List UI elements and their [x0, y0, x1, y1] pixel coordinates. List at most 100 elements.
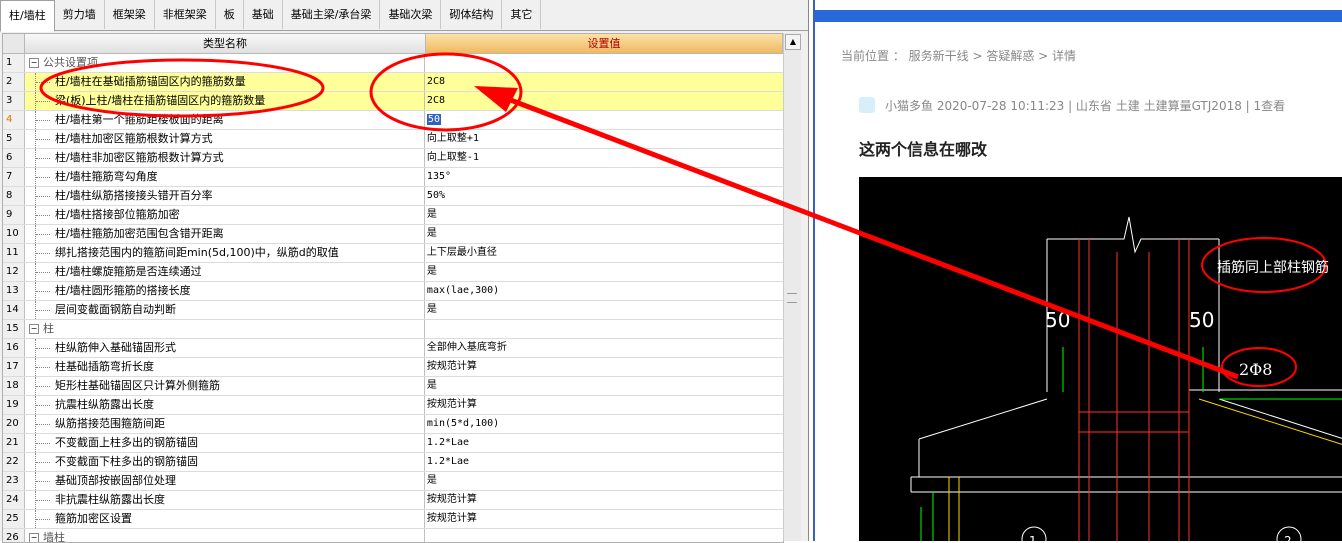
site-header-bar [815, 10, 1342, 22]
table-row[interactable]: 13 柱/墙柱圆形箍筋的搭接长度 max(lae,300) [3, 282, 783, 301]
table-row[interactable]: 11 绑扎搭接范围内的箍筋间距min(5d,100)中，纵筋d的取值 上下层最小直径 [3, 244, 783, 263]
row-number: 16 [3, 339, 25, 357]
table-row[interactable]: 22 不变截面下柱多出的钢筋锚固 1.2*Lae [3, 453, 783, 472]
row-value-cell[interactable]: 全部伸入基底弯折 [425, 339, 783, 357]
tab-2[interactable]: 框架梁 [105, 0, 155, 29]
table-row[interactable]: 1− 公共设置项 [3, 54, 783, 73]
tab-3[interactable]: 非框架梁 [155, 0, 216, 29]
tree-line-icon [34, 206, 54, 224]
collapse-icon[interactable]: − [28, 533, 39, 542]
table-row[interactable]: 24 非抗震柱纵筋露出长度 按规范计算 [3, 491, 783, 510]
row-value-cell[interactable]: 向上取整+1 [425, 130, 783, 148]
tab-6[interactable]: 基础主梁/承台梁 [283, 0, 381, 29]
grid-rows: 1− 公共设置项 2 柱/墙柱在基础插筋锚固区内的箍筋数量 2C8 3 梁(板)上柱/墙柱在… [3, 54, 783, 542]
header-setting-value: 设置值 [426, 34, 783, 54]
row-value-cell[interactable]: 上下层最小直径 [425, 244, 783, 262]
table-row[interactable]: 3 梁(板)上柱/墙柱在插筋锚固区内的箍筋数量 2C8 [3, 92, 783, 111]
row-value-cell[interactable]: max(lae,300) [425, 282, 783, 300]
table-row[interactable]: 21 不变截面上柱多出的钢筋锚固 1.2*Lae [3, 434, 783, 453]
table-row[interactable]: 12 柱/墙柱螺旋箍筋是否连续通过 是 [3, 263, 783, 282]
row-value-label: 按规范计算 [426, 494, 477, 505]
tree-line-icon [34, 244, 54, 262]
scroll-up-icon[interactable]: ▲ [785, 34, 801, 50]
row-value-cell[interactable]: 50 [425, 111, 783, 129]
row-value-cell[interactable]: 按规范计算 [425, 510, 783, 528]
table-row[interactable]: 9 柱/墙柱搭接部位箍筋加密 是 [3, 206, 783, 225]
tree-line-icon [34, 187, 54, 205]
row-number: 9 [3, 206, 25, 224]
row-value-cell[interactable]: 是 [425, 377, 783, 395]
row-name-cell: 柱/墙柱箍筋弯勾角度 [25, 168, 425, 186]
row-value-cell[interactable]: 1.2*Lae [425, 453, 783, 471]
row-value-cell[interactable]: 是 [425, 225, 783, 243]
row-name-label: 层间变截面钢筋自动判断 [54, 303, 176, 316]
row-value-cell[interactable] [425, 54, 783, 72]
row-value-cell[interactable] [425, 320, 783, 338]
table-row[interactable]: 25 箍筋加密区设置 按规范计算 [3, 510, 783, 529]
table-row[interactable]: 4 柱/墙柱第一个箍筋距楼板面的距离 50 [3, 111, 783, 130]
row-value-label: 50% [426, 190, 445, 201]
row-value-cell[interactable]: 是 [425, 263, 783, 281]
table-row[interactable]: 2 柱/墙柱在基础插筋锚固区内的箍筋数量 2C8 [3, 73, 783, 92]
tab-8[interactable]: 砌体结构 [441, 0, 503, 29]
question-meta: 小猫多鱼 2020-07-28 10:11:23 | 山东省 土建 土建算量GT… [885, 99, 1286, 113]
table-row[interactable]: 19 抗震柱纵筋露出长度 按规范计算 [3, 396, 783, 415]
tree-line-icon [34, 263, 54, 281]
tree-line-icon [34, 415, 54, 433]
row-name-cell: 柱纵筋伸入基础锚固形式 [25, 339, 425, 357]
row-value-cell[interactable]: 向上取整-1 [425, 149, 783, 167]
table-row[interactable]: 7 柱/墙柱箍筋弯勾角度 135° [3, 168, 783, 187]
row-name-label: 柱基础插筋弯折长度 [54, 360, 154, 373]
row-number: 23 [3, 472, 25, 490]
tree-line-icon [34, 111, 54, 129]
row-name-label: 柱/墙柱螺旋箍筋是否连续通过 [54, 265, 202, 278]
tree-line-icon [34, 168, 54, 186]
row-value-label: 是 [426, 209, 437, 220]
table-row[interactable]: 6 柱/墙柱非加密区箍筋根数计算方式 向上取整-1 [3, 149, 783, 168]
row-number: 7 [3, 168, 25, 186]
row-number: 5 [3, 130, 25, 148]
table-row[interactable]: 15− 柱 [3, 320, 783, 339]
row-value-cell[interactable]: 2C8 [424, 73, 783, 91]
table-row[interactable]: 14 层间变截面钢筋自动判断 是 [3, 301, 783, 320]
row-name-cell: 柱/墙柱搭接部位箍筋加密 [25, 206, 425, 224]
table-row[interactable]: 20 纵筋搭接范围箍筋间距 min(5*d,100) [3, 415, 783, 434]
collapse-icon[interactable]: − [28, 58, 39, 68]
tab-7[interactable]: 基础次梁 [380, 0, 442, 29]
table-row[interactable]: 5 柱/墙柱加密区箍筋根数计算方式 向上取整+1 [3, 130, 783, 149]
tab-4[interactable]: 板 [216, 0, 244, 29]
row-name-cell: 柱基础插筋弯折长度 [25, 358, 425, 376]
row-number: 14 [3, 301, 25, 319]
row-number: 25 [3, 510, 25, 528]
row-value-cell[interactable]: 1.2*Lae [425, 434, 783, 452]
scroll-grip-icon[interactable] [787, 293, 797, 303]
row-value-cell[interactable]: 是 [425, 472, 783, 490]
tab-0[interactable]: 柱/墙柱 [0, 0, 55, 32]
row-value-cell[interactable]: 135° [425, 168, 783, 186]
cad-dim-left: 50 [1045, 308, 1070, 332]
table-row[interactable]: 16 柱纵筋伸入基础锚固形式 全部伸入基底弯折 [3, 339, 783, 358]
tab-9[interactable]: 其它 [502, 0, 542, 29]
table-row[interactable]: 23 基础顶部按嵌固部位处理 是 [3, 472, 783, 491]
table-row[interactable]: 18 矩形柱基础锚固区只计算外侧箍筋 是 [3, 377, 783, 396]
row-value-cell[interactable]: 按规范计算 [425, 358, 783, 376]
row-value-cell[interactable]: 是 [425, 301, 783, 319]
vertical-scrollbar[interactable]: ▲ [783, 33, 801, 541]
row-name-label: 柱/墙柱箍筋弯勾角度 [54, 170, 158, 183]
breadcrumb[interactable]: 当前位置 ： 服务新干线 > 答疑解惑 > 详情 [841, 47, 1076, 64]
row-value-cell[interactable]: 是 [425, 206, 783, 224]
row-value-label: 2C8 [426, 95, 445, 106]
tab-5[interactable]: 基础 [244, 0, 283, 29]
row-value-cell[interactable]: 按规范计算 [425, 491, 783, 509]
row-name-label: 柱/墙柱圆形箍筋的搭接长度 [54, 284, 191, 297]
collapse-icon[interactable]: − [28, 324, 39, 334]
table-row[interactable]: 10 柱/墙柱箍筋加密范围包含错开距离 是 [3, 225, 783, 244]
row-number: 2 [3, 73, 25, 91]
table-row[interactable]: 8 柱/墙柱纵筋搭接接头错开百分率 50% [3, 187, 783, 206]
tab-1[interactable]: 剪力墙 [55, 0, 105, 29]
row-value-cell[interactable]: 50% [425, 187, 783, 205]
table-row[interactable]: 17 柱基础插筋弯折长度 按规范计算 [3, 358, 783, 377]
row-value-cell[interactable]: 按规范计算 [425, 396, 783, 414]
row-value-cell[interactable]: min(5*d,100) [425, 415, 783, 433]
row-value-cell[interactable]: 2C8 [424, 92, 783, 110]
